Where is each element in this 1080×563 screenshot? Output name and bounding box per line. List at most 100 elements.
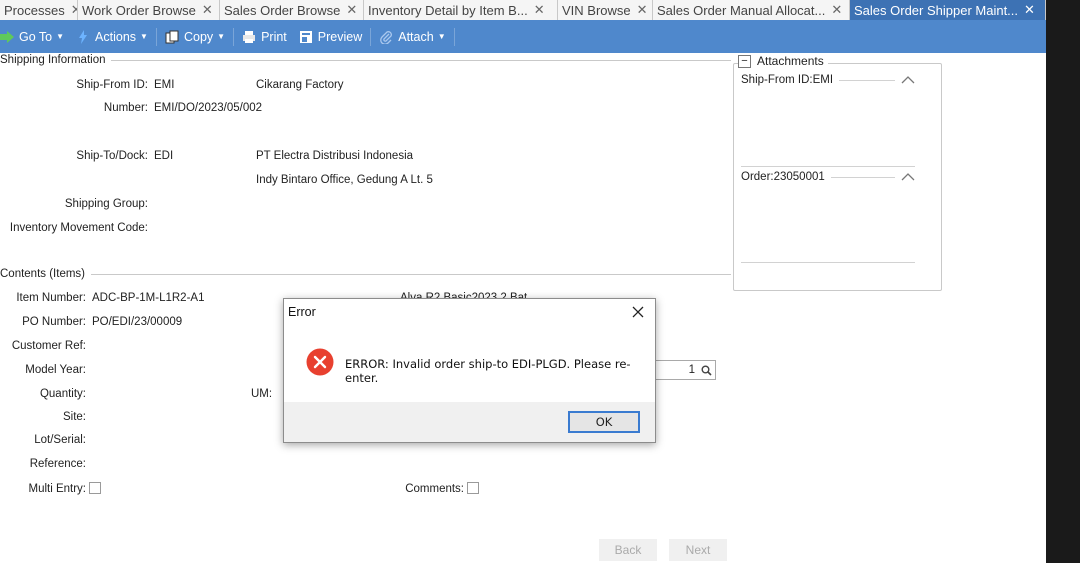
chevron-up-icon[interactable] xyxy=(901,76,915,84)
shipping-group-label: Shipping Group: xyxy=(64,198,148,210)
multi-entry-checkbox[interactable] xyxy=(89,482,101,494)
po-number-field[interactable]: PO/EDI/23/00009 xyxy=(92,316,182,328)
item-number-label: Item Number: xyxy=(16,292,86,304)
attachment-group[interactable]: Ship-From ID:EMI xyxy=(741,74,915,86)
quantity-lookup-field[interactable]: 1 xyxy=(652,360,716,380)
close-icon[interactable] xyxy=(631,305,645,319)
caret-down-icon: ▼ xyxy=(437,32,446,41)
tab-label: VIN Browse xyxy=(562,2,631,18)
item-number-field[interactable]: ADC-BP-1M-L1R2-A1 xyxy=(92,292,204,304)
copy-label: Copy xyxy=(183,29,214,44)
um-label: UM: xyxy=(251,388,273,400)
tab-sales-order-manual-allocation[interactable]: Sales Order Manual Allocat... ✕ xyxy=(653,0,850,20)
multi-entry-label: Multi Entry: xyxy=(28,483,86,495)
toolbar-divider xyxy=(155,27,157,46)
close-icon[interactable]: ✕ xyxy=(831,2,842,18)
site-label: Site: xyxy=(62,411,86,423)
caret-down-icon: ▼ xyxy=(217,32,226,41)
tab-sales-order-browse[interactable]: Sales Order Browse ✕ xyxy=(220,0,364,20)
dialog-title: Error xyxy=(288,305,316,319)
ok-button[interactable]: OK xyxy=(568,411,640,433)
attachment-divider xyxy=(741,262,915,263)
section-divider xyxy=(91,273,731,275)
error-icon xyxy=(306,348,334,376)
goto-button[interactable]: Go To ▼ xyxy=(0,26,70,48)
contents-section-header: Contents (Items) xyxy=(0,268,731,280)
tab-label: Sales Order Manual Allocat... xyxy=(657,2,826,18)
attachment-divider xyxy=(741,166,915,167)
preview-icon xyxy=(299,30,313,44)
print-button[interactable]: Print xyxy=(236,26,293,48)
attachment-group[interactable]: Order:23050001 xyxy=(741,171,915,183)
close-icon[interactable]: ✕ xyxy=(637,2,648,18)
tab-label: Sales Order Shipper Maint... xyxy=(854,2,1019,18)
goto-label: Go To xyxy=(19,29,53,44)
tab-label: Processes xyxy=(4,2,65,18)
toolbar-divider xyxy=(370,27,372,46)
chevron-up-icon[interactable] xyxy=(901,173,915,181)
number-field[interactable]: EMI/DO/2023/05/002 xyxy=(154,102,262,114)
attachment-group-label: Order:23050001 xyxy=(741,171,825,183)
close-icon[interactable]: ✕ xyxy=(1024,2,1035,18)
collapse-icon[interactable]: − xyxy=(738,54,751,68)
error-message: ERROR: Invalid order ship-to EDI-PLGD. P… xyxy=(345,357,631,385)
attachment-group-label: Ship-From ID:EMI xyxy=(741,74,834,86)
actions-icon xyxy=(76,29,90,44)
attachments-header: − Attachments xyxy=(738,54,828,68)
ship-to-label: Ship-To/Dock: xyxy=(76,150,148,162)
print-icon xyxy=(242,30,256,44)
quantity-lookup-value: 1 xyxy=(688,364,695,376)
section-title: Shipping Information xyxy=(0,54,106,66)
error-dialog: Error ERROR: Invalid order ship-to EDI-P… xyxy=(283,298,656,443)
tab-strip: Processes ✕ Work Order Browse ✕ Sales Orde… xyxy=(0,0,1046,20)
copy-icon xyxy=(165,30,179,44)
caret-down-icon: ▼ xyxy=(140,32,148,41)
print-label: Print xyxy=(261,29,287,44)
caret-down-icon: ▼ xyxy=(56,32,65,41)
close-icon[interactable]: ✕ xyxy=(71,2,77,18)
toolbar-divider xyxy=(453,27,455,46)
attachments-title: Attachments xyxy=(757,54,824,68)
attachment-group-divider xyxy=(839,79,895,81)
model-year-label: Model Year: xyxy=(25,364,86,376)
tab-work-order-browse[interactable]: Work Order Browse ✕ xyxy=(78,0,220,20)
back-button[interactable]: Back xyxy=(599,539,657,561)
actions-label: Actions xyxy=(95,29,137,44)
paperclip-icon xyxy=(379,30,393,44)
quantity-label: Quantity: xyxy=(39,388,86,400)
attach-button[interactable]: Attach ▼ xyxy=(373,26,451,48)
tab-inventory-detail[interactable]: Inventory Detail by Item B... ✕ xyxy=(364,0,558,20)
number-label: Number: xyxy=(103,102,148,114)
section-divider xyxy=(111,59,732,61)
next-button[interactable]: Next xyxy=(669,539,727,561)
search-icon[interactable] xyxy=(701,365,712,376)
tab-label: Work Order Browse xyxy=(82,2,196,18)
tab-sales-order-shipper-maint[interactable]: Sales Order Shipper Maint... ✕ xyxy=(850,0,1046,20)
copy-button[interactable]: Copy ▼ xyxy=(159,26,231,48)
ship-from-label: Ship-From ID: xyxy=(76,79,148,91)
preview-button[interactable]: Preview xyxy=(293,26,368,48)
tab-label: Inventory Detail by Item B... xyxy=(368,2,528,18)
attachment-group-divider xyxy=(830,176,895,178)
comments-label: Comments: xyxy=(405,483,464,495)
close-icon[interactable]: ✕ xyxy=(534,2,545,18)
customer-ref-label: Customer Ref: xyxy=(11,340,86,352)
toolbar: Go To ▼ Actions ▼ Copy ▼ Print Preview A… xyxy=(0,20,1046,53)
actions-button[interactable]: Actions ▼ xyxy=(70,26,154,48)
comments-checkbox[interactable] xyxy=(467,482,479,494)
attach-label: Attach xyxy=(398,29,434,44)
ship-to-id[interactable]: EDI xyxy=(154,150,173,162)
reference-label: Reference: xyxy=(29,458,86,470)
lot-serial-label: Lot/Serial: xyxy=(34,434,86,446)
ship-from-id[interactable]: EMI xyxy=(154,79,174,91)
shipping-section-header: Shipping Information xyxy=(0,54,732,66)
tab-vin-browse[interactable]: VIN Browse ✕ xyxy=(558,0,653,20)
tab-processes[interactable]: Processes ✕ xyxy=(0,0,78,20)
window-edge xyxy=(1046,0,1080,563)
ship-from-name: Cikarang Factory xyxy=(256,79,344,91)
close-icon[interactable]: ✕ xyxy=(346,2,357,18)
section-title: Contents (Items) xyxy=(0,268,85,280)
toolbar-divider xyxy=(233,27,235,46)
ship-to-name: PT Electra Distribusi Indonesia xyxy=(256,150,414,162)
close-icon[interactable]: ✕ xyxy=(202,2,213,18)
